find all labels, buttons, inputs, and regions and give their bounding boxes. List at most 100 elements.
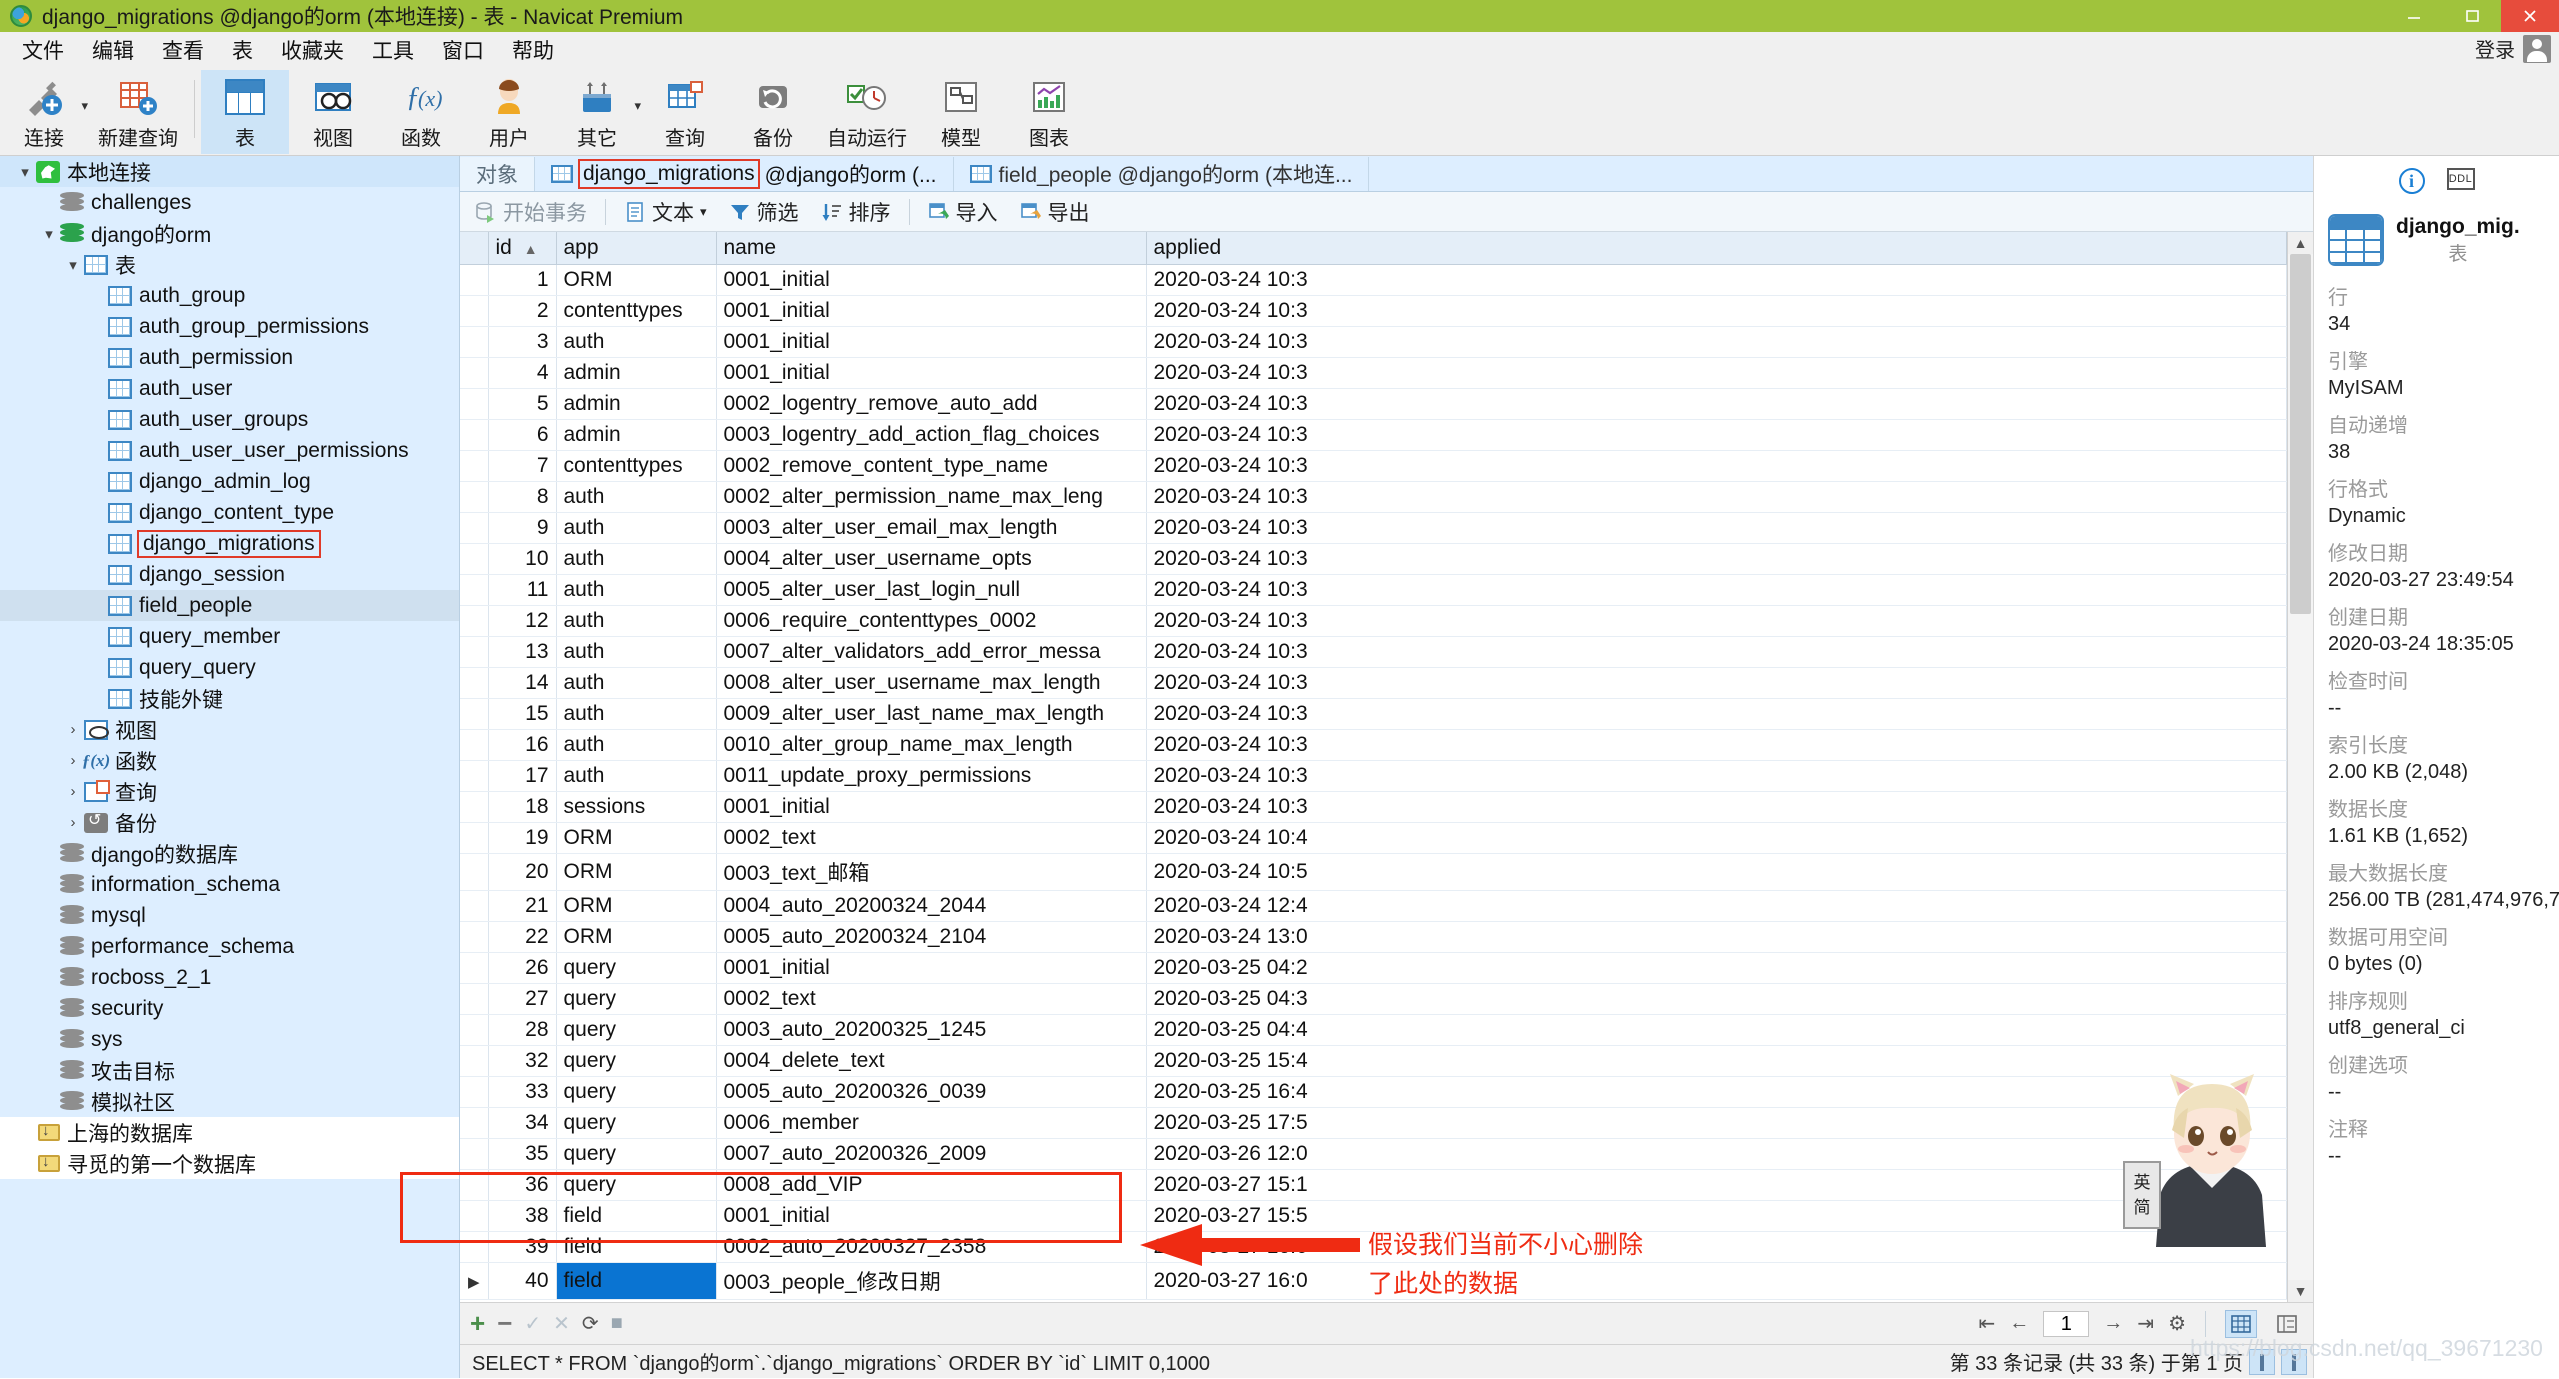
cell-applied[interactable]: 2020-03-24 10:3 [1146, 761, 2287, 792]
row-marker[interactable] [460, 668, 488, 699]
toolbar-new-query[interactable]: 新建查询 [88, 70, 188, 154]
cell-app[interactable]: auth [556, 575, 716, 606]
column-header-name[interactable]: name [716, 232, 1146, 265]
chevron-down-icon[interactable]: ▾ [38, 225, 60, 243]
tree-node-django_migrations[interactable]: django_migrations [0, 528, 459, 559]
cell-app[interactable]: field [556, 1232, 716, 1263]
row-marker[interactable] [460, 984, 488, 1015]
cell-app[interactable]: sessions [556, 792, 716, 823]
table-row[interactable]: 17auth0011_update_proxy_permissions2020-… [460, 761, 2287, 792]
maximize-button[interactable] [2443, 0, 2501, 32]
filter-button[interactable]: 筛选 [720, 194, 808, 230]
cell-id[interactable]: 10 [488, 544, 556, 575]
sort-button[interactable]: 排序 [812, 194, 900, 230]
row-marker[interactable] [460, 637, 488, 668]
tree-node--[interactable]: ▾本地连接 [0, 156, 459, 187]
cell-applied[interactable]: 2020-03-24 10:3 [1146, 637, 2287, 668]
tree-node--[interactable]: ›视图 [0, 714, 459, 745]
table-row[interactable]: 28query0003_auto_20200325_12452020-03-25… [460, 1015, 2287, 1046]
row-marker[interactable] [460, 544, 488, 575]
close-button[interactable] [2501, 0, 2559, 32]
tree-node--[interactable]: 攻击目标 [0, 1055, 459, 1086]
table-row[interactable]: 15auth0009_alter_user_last_name_max_leng… [460, 699, 2287, 730]
cell-name[interactable]: 0008_alter_user_username_max_length [716, 668, 1146, 699]
next-page-button[interactable]: → [2103, 1312, 2123, 1335]
stop-button[interactable]: ■ [611, 1312, 623, 1335]
table-row[interactable]: 9auth0003_alter_user_email_max_length202… [460, 513, 2287, 544]
menu-view[interactable]: 查看 [148, 32, 218, 68]
paging-settings-button[interactable]: ⚙ [2168, 1311, 2186, 1336]
cell-applied[interactable]: 2020-03-24 10:3 [1146, 730, 2287, 761]
table-row[interactable]: 14auth0008_alter_user_username_max_lengt… [460, 668, 2287, 699]
cell-applied[interactable]: 2020-03-24 10:3 [1146, 265, 2287, 296]
menu-table[interactable]: 表 [218, 32, 267, 68]
toolbar-connection[interactable]: 连接 ▾ [0, 70, 88, 154]
table-row[interactable]: 16auth0010_alter_group_name_max_length20… [460, 730, 2287, 761]
cell-app[interactable]: ORM [556, 854, 716, 891]
cell-name[interactable]: 0004_delete_text [716, 1046, 1146, 1077]
cell-name[interactable]: 0002_remove_content_type_name [716, 451, 1146, 482]
refresh-button[interactable]: ⟳ [582, 1311, 599, 1336]
row-marker[interactable] [460, 1015, 488, 1046]
cell-id[interactable]: 28 [488, 1015, 556, 1046]
cell-applied[interactable]: 2020-03-26 12:0 [1146, 1139, 2287, 1170]
cell-app[interactable]: query [556, 1108, 716, 1139]
tree-node-rocboss_2_1[interactable]: rocboss_2_1 [0, 962, 459, 993]
cell-name[interactable]: 0009_alter_user_last_name_max_length [716, 699, 1146, 730]
tree-node-sys[interactable]: sys [0, 1024, 459, 1055]
form-view-button[interactable] [2271, 1310, 2303, 1338]
cell-id[interactable]: 38 [488, 1201, 556, 1232]
cell-app[interactable]: contenttypes [556, 451, 716, 482]
cell-id[interactable]: 9 [488, 513, 556, 544]
menu-favorites[interactable]: 收藏夹 [267, 32, 358, 68]
object-tree[interactable]: ▾本地连接challenges▾django的orm▾表auth_groupau… [0, 156, 459, 1179]
cell-id[interactable]: 22 [488, 922, 556, 953]
last-page-button[interactable]: ⇥ [2137, 1311, 2154, 1336]
cell-app[interactable]: admin [556, 420, 716, 451]
cell-applied[interactable]: 2020-03-27 16:0 [1146, 1232, 2287, 1263]
row-marker[interactable] [460, 1139, 488, 1170]
cell-name[interactable]: 0001_initial [716, 953, 1146, 984]
tree-node-auth_user_groups[interactable]: auth_user_groups [0, 404, 459, 435]
cell-name[interactable]: 0001_initial [716, 327, 1146, 358]
cell-applied[interactable]: 2020-03-24 10:3 [1146, 389, 2287, 420]
cell-app[interactable]: auth [556, 482, 716, 513]
cell-name[interactable]: 0003_logentry_add_action_flag_choices [716, 420, 1146, 451]
table-row[interactable]: 19ORM0002_text2020-03-24 10:4 [460, 823, 2287, 854]
row-marker[interactable] [460, 730, 488, 761]
chevron-down-icon[interactable]: ▾ [700, 204, 707, 220]
cell-name[interactable]: 0001_initial [716, 358, 1146, 389]
cell-name[interactable]: 0003_text_邮箱 [716, 854, 1146, 891]
row-marker[interactable] [460, 296, 488, 327]
table-row[interactable]: 13auth0007_alter_validators_add_error_me… [460, 637, 2287, 668]
cell-id[interactable]: 7 [488, 451, 556, 482]
cell-id[interactable]: 35 [488, 1139, 556, 1170]
row-marker[interactable] [460, 606, 488, 637]
table-row[interactable]: 5admin0002_logentry_remove_auto_add2020-… [460, 389, 2287, 420]
table-row[interactable]: 22ORM0005_auto_20200324_21042020-03-24 1… [460, 922, 2287, 953]
cell-id[interactable]: 21 [488, 891, 556, 922]
cell-name[interactable]: 0010_alter_group_name_max_length [716, 730, 1146, 761]
toolbar-user[interactable]: 用户 [465, 70, 553, 154]
chevron-right-icon[interactable]: › [62, 814, 84, 831]
cell-id[interactable]: 16 [488, 730, 556, 761]
toolbar-automation[interactable]: 自动运行 [817, 70, 917, 154]
row-marker[interactable] [460, 1201, 488, 1232]
tree-node-field_people[interactable]: field_people [0, 590, 459, 621]
toolbar-backup[interactable]: 备份 [729, 70, 817, 154]
cell-applied[interactable]: 2020-03-24 13:0 [1146, 922, 2287, 953]
cell-applied[interactable]: 2020-03-25 04:2 [1146, 953, 2287, 984]
tree-node-auth_group[interactable]: auth_group [0, 280, 459, 311]
menu-edit[interactable]: 编辑 [78, 32, 148, 68]
tree-node--[interactable]: 模拟社区 [0, 1086, 459, 1117]
table-row[interactable]: 10auth0004_alter_user_username_opts2020-… [460, 544, 2287, 575]
row-marker[interactable] [460, 482, 488, 513]
toolbar-other[interactable]: 其它 ▾ [553, 70, 641, 154]
cell-id[interactable]: 20 [488, 854, 556, 891]
prev-page-button[interactable]: ← [2009, 1312, 2029, 1335]
cell-app[interactable]: field [556, 1263, 716, 1300]
tree-node--[interactable]: ›备份 [0, 807, 459, 838]
cell-name[interactable]: 0005_alter_user_last_login_null [716, 575, 1146, 606]
cell-id[interactable]: 14 [488, 668, 556, 699]
row-marker[interactable] [460, 699, 488, 730]
